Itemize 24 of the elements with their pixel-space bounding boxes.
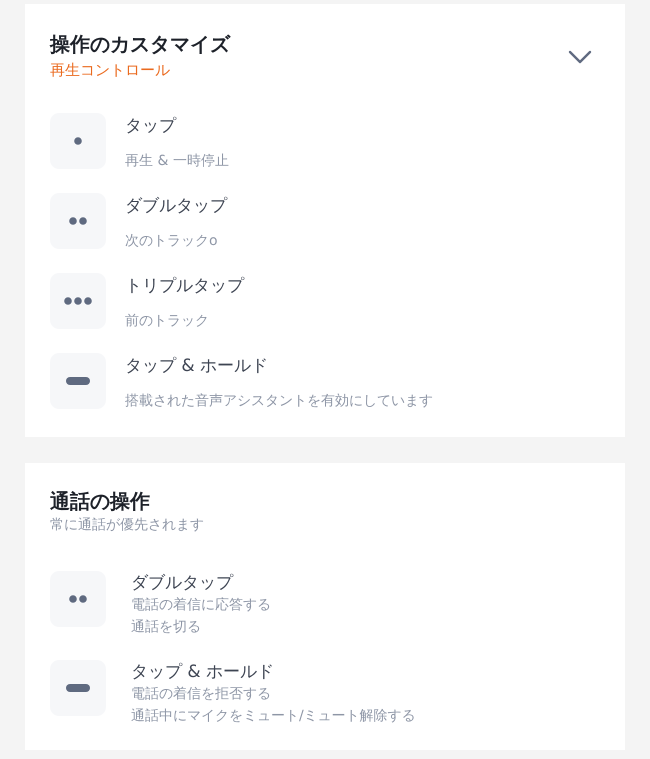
two-dots-icon bbox=[50, 193, 106, 249]
gesture-action: 次のトラックo bbox=[125, 232, 218, 251]
gesture-action: 電話の着信を拒否する bbox=[131, 685, 271, 704]
chevron-down-icon[interactable] bbox=[568, 50, 592, 64]
section-subtitle: 常に通話が優先されます bbox=[50, 516, 204, 535]
gesture-label: ダブルタップ bbox=[131, 572, 233, 594]
gesture-action: 前のトラック bbox=[125, 312, 209, 331]
section-title: 通話の操作 bbox=[50, 488, 150, 514]
gesture-label: ダブルタップ bbox=[125, 195, 227, 217]
gesture-label: タップ bbox=[125, 115, 176, 137]
gesture-action: 通話を切る bbox=[131, 618, 201, 637]
gesture-label: トリプルタップ bbox=[125, 275, 244, 297]
gesture-action: 通話中にマイクをミュート/ミュート解除する bbox=[131, 707, 416, 726]
gesture-label: タップ & ホールド bbox=[131, 661, 274, 683]
gesture-action: 電話の着信に応答する bbox=[131, 596, 271, 615]
two-dots-icon bbox=[50, 571, 106, 627]
gesture-action: 再生 & 一時停止 bbox=[125, 152, 229, 171]
bar-icon bbox=[50, 353, 106, 409]
section-subtitle: 再生コントロール bbox=[50, 60, 170, 80]
bar-icon bbox=[50, 660, 106, 716]
gesture-label: タップ & ホールド bbox=[125, 355, 268, 377]
three-dots-icon bbox=[50, 273, 106, 329]
section-title: 操作のカスタマイズ bbox=[50, 31, 230, 57]
gesture-action: 搭載された音声アシスタントを有効にしています bbox=[125, 392, 433, 411]
